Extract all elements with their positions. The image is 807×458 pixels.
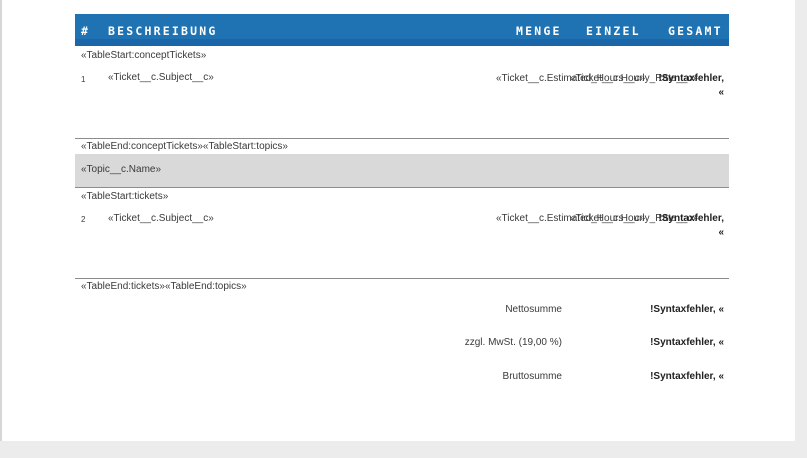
row1-estimated-hours: «Ticket__c.Estimated_Hours__c» [496, 73, 646, 84]
row2-number: 2 [81, 215, 86, 224]
document-page: # BESCHREIBUNG MENGE EINZEL GESAMT «Tabl… [0, 0, 795, 441]
vat-value: !Syntaxfehler, « [650, 337, 724, 348]
header-accent-stripe [75, 39, 729, 46]
row1-total: !Syntaxfehler, « [658, 73, 724, 98]
row2-total: !Syntaxfehler, « [658, 213, 724, 238]
row1-subject: «Ticket__c.Subject__c» [108, 72, 214, 83]
row2-subject: «Ticket__c.Subject__c» [108, 213, 214, 224]
header-quantity: MENGE [516, 24, 562, 38]
row-divider [75, 278, 729, 279]
header-unit-price: EINZEL [586, 24, 641, 38]
vat-label: zzgl. MwSt. (19,00 %) [464, 337, 562, 348]
row-divider [75, 138, 729, 139]
scrollbar-track[interactable] [795, 0, 807, 458]
row2-hourly-rate: «Ticket__c.Hourly_Rate__c» [570, 213, 699, 224]
table-start-concept-tickets: «TableStart:conceptTickets» [81, 50, 207, 61]
header-number: # [81, 24, 91, 38]
topic-name: «Topic__c.Name» [81, 164, 162, 175]
gross-sum-label: Bruttosumme [502, 371, 562, 382]
header-total: GESAMT [668, 24, 723, 38]
table-end-tickets-topics: «TableEnd:tickets»«TableEnd:topics» [81, 281, 247, 292]
table-end-concept-start-topics: «TableEnd:conceptTickets»«TableStart:top… [81, 141, 288, 152]
net-sum-value: !Syntaxfehler, « [650, 304, 724, 315]
net-sum-label: Nettosumme [505, 304, 562, 315]
table-start-tickets: «TableStart:tickets» [81, 191, 169, 202]
header-description: BESCHREIBUNG [108, 24, 218, 38]
row1-hourly-rate: «Ticket__c.Hourly_Rate__c» [570, 73, 699, 84]
topic-band [75, 154, 729, 187]
gross-sum-value: !Syntaxfehler, « [650, 371, 724, 382]
row2-estimated-hours: «Ticket__c.Estimated_Hours__c» [496, 213, 646, 224]
row-divider [75, 187, 729, 188]
row1-number: 1 [81, 75, 86, 84]
